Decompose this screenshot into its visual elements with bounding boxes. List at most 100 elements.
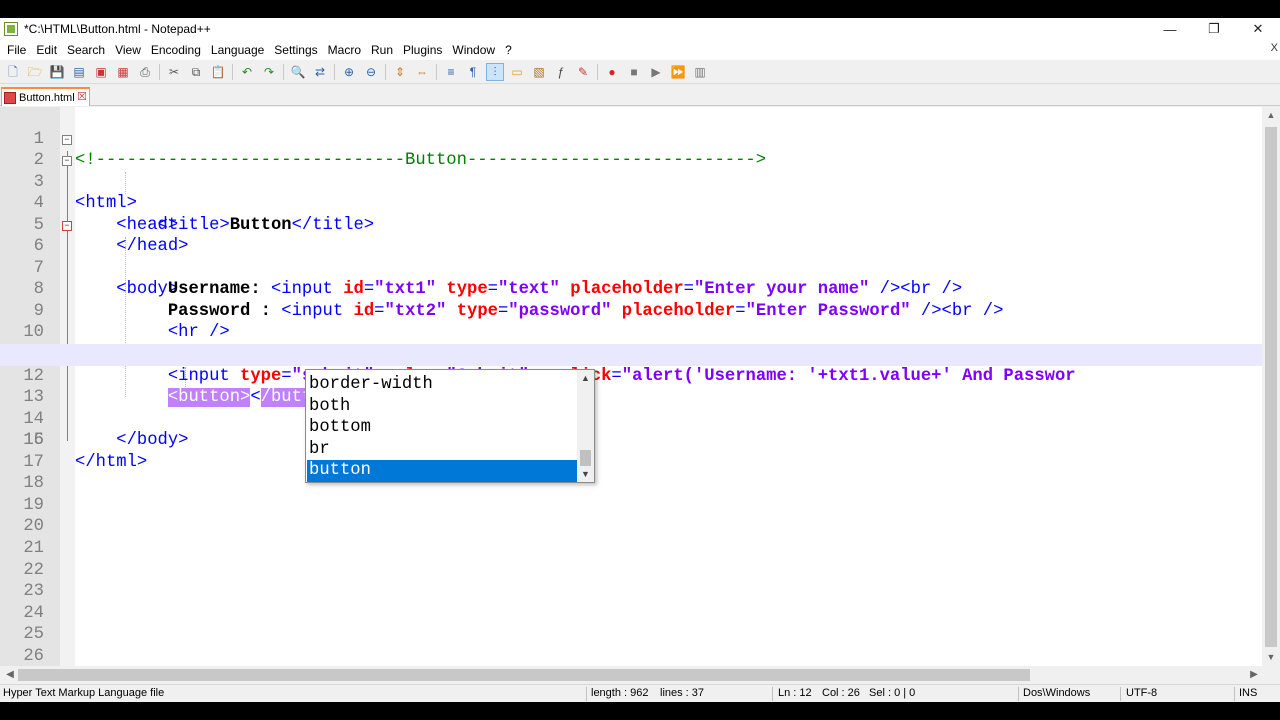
status-encoding[interactable]: UTF-8: [1126, 685, 1157, 702]
record-macro-icon[interactable]: ●: [603, 63, 621, 81]
close-icon[interactable]: ▣: [92, 63, 110, 81]
fold-toggle-icon[interactable]: −: [62, 156, 72, 167]
status-divider: [772, 687, 773, 701]
open-file-icon[interactable]: 🗁: [26, 63, 44, 81]
close-button[interactable]: ✕: [1236, 18, 1280, 40]
scroll-up-icon[interactable]: ▲: [1262, 107, 1280, 124]
paste-icon[interactable]: 📋: [209, 63, 227, 81]
user-lang-icon[interactable]: ▭: [508, 63, 526, 81]
new-file-icon[interactable]: 🗋: [4, 63, 22, 81]
close-all-icon[interactable]: ▦: [114, 63, 132, 81]
cut-icon[interactable]: ✂: [165, 63, 183, 81]
code-line: 18: [0, 473, 1262, 495]
menu-run[interactable]: Run: [366, 43, 398, 57]
save-macro-icon[interactable]: ▥: [691, 63, 709, 81]
autocomplete-item[interactable]: br: [307, 439, 578, 461]
editor-area[interactable]: 1 <!------------------------------Button…: [0, 107, 1280, 666]
status-eol[interactable]: Dos\Windows: [1023, 685, 1090, 702]
tab-close-icon[interactable]: ☒: [77, 90, 87, 103]
word-wrap-icon[interactable]: ≡: [442, 63, 460, 81]
menu-view[interactable]: View: [110, 43, 146, 57]
scroll-down-icon[interactable]: ▼: [1262, 649, 1280, 666]
doc-map-icon[interactable]: ▧: [530, 63, 548, 81]
toolbar-separator: [159, 63, 160, 80]
status-length: length : 962: [591, 687, 649, 699]
save-all-icon[interactable]: ▤: [70, 63, 88, 81]
toolbar: 🗋 🗁 💾 ▤ ▣ ▦ ⎙ ✂ ⧉ 📋 ↶ ↷ 🔍 ⇄ ⊕ ⊖ ⇕ ⇔ ≡ ¶ …: [0, 60, 1280, 84]
menu-plugins[interactable]: Plugins: [398, 43, 447, 57]
status-divider: [1120, 687, 1121, 701]
autocomplete-item[interactable]: bottom: [307, 417, 578, 439]
line-number: 26: [23, 646, 44, 666]
autocomplete-scrollbar[interactable]: ▲ ▼: [577, 370, 594, 482]
menu-help[interactable]: ?: [500, 43, 517, 57]
sync-vertical-icon[interactable]: ⇕: [391, 63, 409, 81]
status-column: Col : 26: [822, 687, 860, 699]
scroll-thumb[interactable]: [580, 450, 591, 466]
indent-guide-icon[interactable]: ⫶: [486, 62, 504, 81]
tab-button-html[interactable]: Button.html ☒: [1, 87, 90, 106]
menu-encoding[interactable]: Encoding: [146, 43, 206, 57]
print-icon[interactable]: ⎙: [136, 63, 154, 81]
fold-toggle-icon[interactable]: −: [62, 220, 72, 231]
menu-edit[interactable]: Edit: [31, 43, 62, 57]
minimize-button[interactable]: —: [1148, 18, 1192, 40]
menu-window[interactable]: Window: [447, 43, 500, 57]
code-line: 1 <!------------------------------Button…: [0, 107, 1262, 171]
line-number: 19: [23, 495, 44, 515]
scroll-down-icon[interactable]: ▼: [577, 466, 594, 482]
redo-icon[interactable]: ↷: [260, 63, 278, 81]
zoom-in-icon[interactable]: ⊕: [340, 63, 358, 81]
save-icon[interactable]: 💾: [48, 63, 66, 81]
copy-icon[interactable]: ⧉: [187, 63, 205, 81]
autocomplete-item[interactable]: border-width: [307, 374, 578, 396]
autocomplete-item-selected[interactable]: button: [307, 460, 578, 482]
code-line: 10 <input type="button" value="Click Me"…: [0, 301, 1262, 364]
scroll-right-icon[interactable]: ▶: [1246, 666, 1262, 684]
horizontal-scrollbar[interactable]: ◀ ▶: [0, 666, 1262, 684]
function-list-icon[interactable]: ƒ: [552, 63, 570, 81]
menu-macro[interactable]: Macro: [323, 43, 366, 57]
code-line: 3 − <head>: [0, 150, 1262, 235]
play-macro-icon[interactable]: ▶: [647, 63, 665, 81]
scroll-left-icon[interactable]: ◀: [2, 666, 18, 684]
folder-workspace-icon[interactable]: ✎: [574, 63, 592, 81]
close-document-button[interactable]: X: [1271, 42, 1278, 54]
menu-bar: File Edit Search View Encoding Language …: [0, 40, 1280, 60]
menu-search[interactable]: Search: [62, 43, 110, 57]
zoom-out-icon[interactable]: ⊖: [362, 63, 380, 81]
undo-icon[interactable]: ↶: [238, 63, 256, 81]
line-number: 18: [23, 474, 44, 494]
autocomplete-list[interactable]: border-width both bottom br button ▲ ▼: [305, 369, 595, 483]
scroll-up-icon[interactable]: ▲: [577, 370, 594, 386]
status-line-number: Ln : 12: [778, 687, 812, 699]
restore-button[interactable]: ❐: [1192, 18, 1236, 40]
status-lines: lines : 37: [660, 687, 705, 699]
code-line: 20: [0, 516, 1262, 538]
scroll-thumb[interactable]: [18, 669, 1030, 681]
notepadpp-window: *C:\HTML\Button.html - Notepad++ — ❐ ✕ F…: [0, 18, 1280, 702]
code-line: 22: [0, 560, 1262, 582]
stop-macro-icon[interactable]: ■: [625, 63, 643, 81]
title-bar: *C:\HTML\Button.html - Notepad++ — ❐ ✕: [0, 18, 1280, 40]
code-line: 21: [0, 538, 1262, 560]
code-line: 9 <hr />: [0, 279, 1262, 343]
menu-settings[interactable]: Settings: [269, 43, 322, 57]
code-line: 7 Username: <input id="txt1" type="text"…: [0, 236, 1262, 300]
run-macro-icon[interactable]: ⏩: [669, 63, 687, 81]
code-line: 5 </head>: [0, 193, 1262, 257]
menu-file[interactable]: File: [2, 43, 31, 57]
code-line: 25: [0, 624, 1262, 646]
line-number: 17: [23, 452, 44, 472]
vertical-scrollbar[interactable]: ▲ ▼: [1262, 107, 1280, 666]
code-line: 26: [0, 646, 1262, 666]
menu-language[interactable]: Language: [206, 43, 269, 57]
show-all-chars-icon[interactable]: ¶: [464, 63, 482, 81]
find-icon[interactable]: 🔍: [289, 63, 307, 81]
scroll-thumb[interactable]: [1265, 127, 1277, 647]
fold-toggle-icon[interactable]: −: [62, 134, 72, 145]
sync-horizontal-icon[interactable]: ⇔: [413, 63, 431, 81]
autocomplete-item[interactable]: both: [307, 396, 578, 418]
replace-icon[interactable]: ⇄: [311, 63, 329, 81]
code-line: 2 − <html>: [0, 129, 1262, 213]
